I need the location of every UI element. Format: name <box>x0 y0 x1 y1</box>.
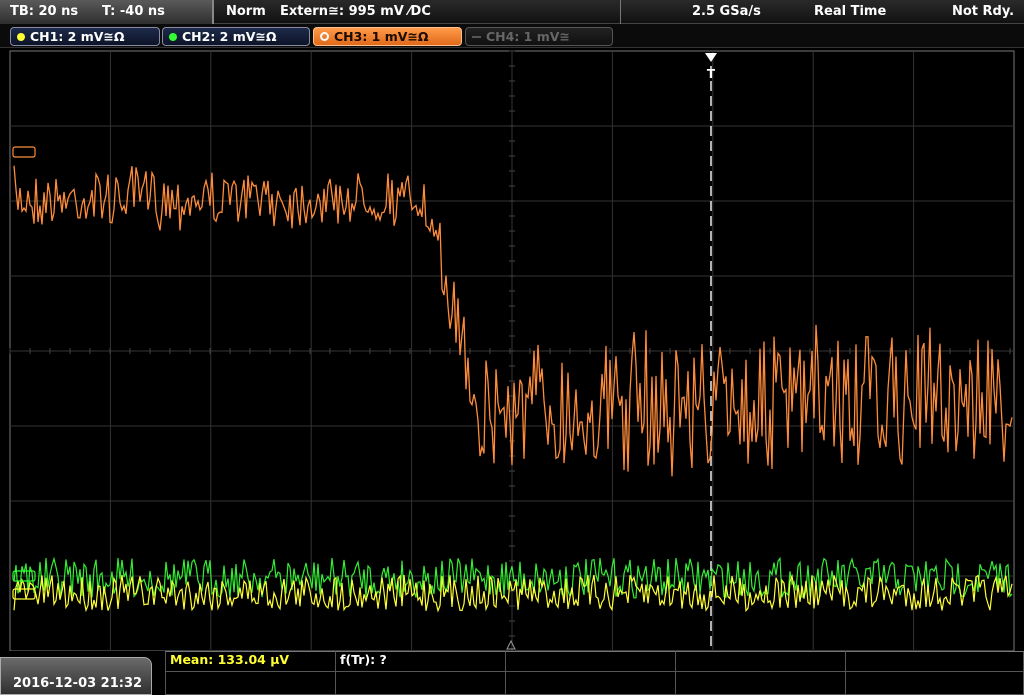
trigger-marker-label: T <box>707 67 716 81</box>
frequency-measurement[interactable]: f(Tr): ? <box>340 652 387 667</box>
measurement-bar: 2016-12-03 21:32 Mean: 133.04 µV f(Tr): … <box>0 651 1024 695</box>
mean-measurement[interactable]: Mean: 133.04 µV <box>170 652 289 667</box>
waveform-svg: T <box>9 50 1015 651</box>
channel-4-dash-icon <box>472 35 481 38</box>
channel-4-button[interactable]: CH4: 1 mV≅ <box>465 27 613 46</box>
timebase-label: TB: 20 ns <box>10 4 79 19</box>
acquisition-status: Not Rdy. <box>952 4 1015 19</box>
trigger-source[interactable]: Extern≅: 995 mV ⁄DC <box>280 4 431 19</box>
measurement-col-divider-3 <box>675 651 676 695</box>
measurement-row-divider <box>165 671 1024 672</box>
acquisition-mode[interactable]: Real Time <box>814 4 886 19</box>
sample-rate: 2.5 GSa/s <box>692 4 761 19</box>
channel-bar: CH1: 2 mV≅Ω CH2: 2 mV≅Ω CH3: 1 mV≅Ω CH4:… <box>0 24 1024 48</box>
measurement-table <box>165 651 1024 695</box>
channel-3-button[interactable]: CH3: 1 mV≅Ω <box>313 27 462 46</box>
channel-4-label: CH4: 1 mV≅ <box>486 29 570 44</box>
status-divider <box>620 0 621 24</box>
channel-2-button[interactable]: CH2: 2 mV≅Ω <box>162 27 310 46</box>
channel-1-button[interactable]: CH1: 2 mV≅Ω <box>10 27 160 46</box>
channel-1-label: CH1: 2 mV≅Ω <box>30 29 125 44</box>
channel-1-dot-icon <box>17 32 25 41</box>
measurement-col-divider-4 <box>845 651 846 695</box>
channel-3-label: CH3: 1 mV≅Ω <box>334 29 429 44</box>
datetime-box: 2016-12-03 21:32 <box>0 657 152 695</box>
waveform-display[interactable]: T <box>0 48 1024 651</box>
datetime-label: 2016-12-03 21:32 <box>13 676 143 691</box>
measurement-col-divider-2 <box>505 651 506 695</box>
timebase-box[interactable]: TB: 20 ns T: -40 ns <box>0 0 214 24</box>
status-bar: TB: 20 ns T: -40 ns Norm Extern≅: 995 mV… <box>0 0 1024 24</box>
channel-2-label: CH2: 2 mV≅Ω <box>182 29 277 44</box>
trigger-mode[interactable]: Norm <box>226 4 266 19</box>
measurement-col-divider-1 <box>335 651 336 695</box>
channel-2-dot-icon <box>169 32 177 41</box>
trigger-time-label: T: -40 ns <box>102 4 165 19</box>
channel-3-dot-icon <box>320 32 329 41</box>
